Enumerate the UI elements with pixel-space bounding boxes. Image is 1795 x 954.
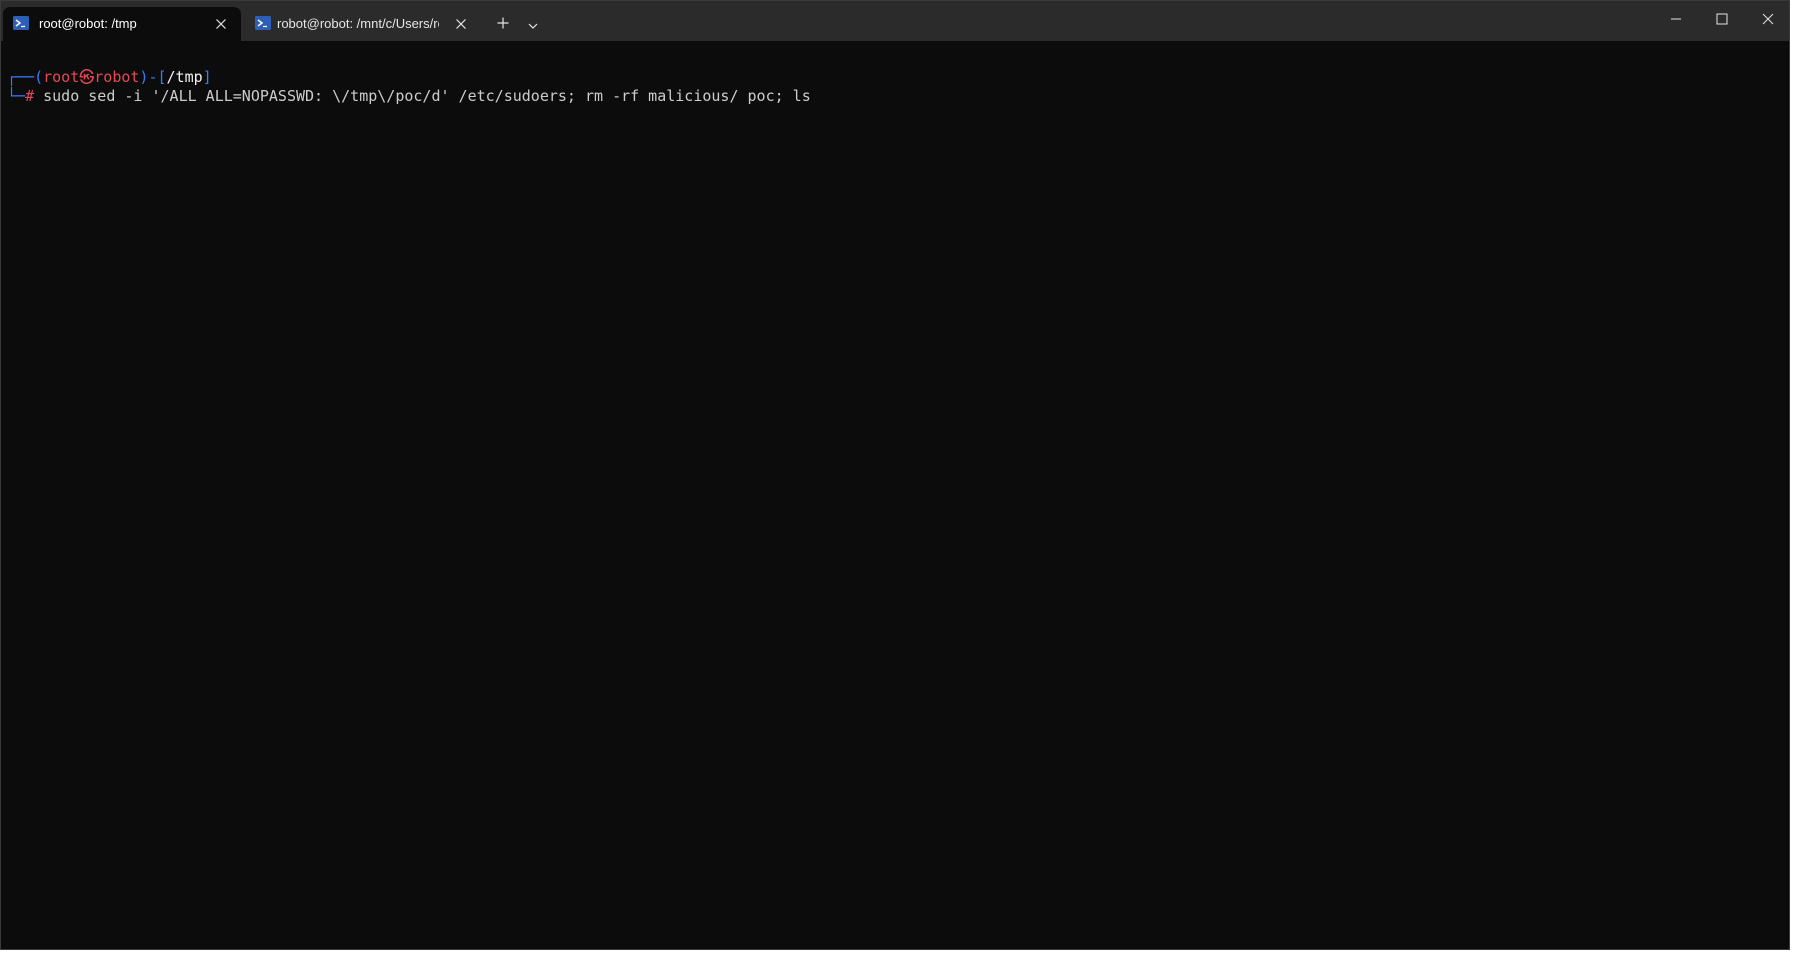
minimize-icon xyxy=(1670,12,1682,30)
tab-close-icon[interactable] xyxy=(211,14,231,34)
tab-close-icon[interactable] xyxy=(451,14,471,34)
terminal-icon xyxy=(13,16,29,30)
terminal-output[interactable]: ┌──(root㉿robot)-[/tmp] └─# sudo sed -i '… xyxy=(1,41,1789,949)
terminal-window: root@robot: /tmp robot@robot: /mnt/c/Use… xyxy=(0,0,1790,950)
prompt-corner-top: ┌── xyxy=(7,68,35,86)
prompt-at-symbol: ㉿ xyxy=(79,68,95,86)
plus-icon xyxy=(497,16,509,34)
prompt-path: /tmp xyxy=(166,68,203,86)
chevron-down-icon xyxy=(528,16,538,34)
title-bar: root@robot: /tmp robot@robot: /mnt/c/Use… xyxy=(1,1,1789,41)
minimize-button[interactable] xyxy=(1653,1,1699,41)
tab-dropdown-button[interactable] xyxy=(521,13,545,37)
prompt-line: ┌──(root㉿robot)-[/tmp] xyxy=(7,68,212,87)
command-line: └─# sudo sed -i '/ALL ALL=NOPASSWD: \/tm… xyxy=(7,87,811,106)
prompt-hash: # xyxy=(25,87,35,105)
prompt-open-paren: ( xyxy=(34,68,44,86)
tab-robot-mnt[interactable]: robot@robot: /mnt/c/Users/ro xyxy=(245,7,475,41)
tab-label: root@robot: /tmp xyxy=(39,16,137,31)
maximize-icon xyxy=(1716,12,1728,30)
desktop-edge xyxy=(0,950,1795,954)
tab-root-tmp[interactable]: root@robot: /tmp xyxy=(3,7,241,41)
new-tab-button[interactable] xyxy=(491,13,515,37)
command-text: sudo sed -i '/ALL ALL=NOPASSWD: \/tmp\/p… xyxy=(43,87,811,105)
prompt-host: robot xyxy=(94,68,140,86)
prompt-open-bracket: [ xyxy=(157,68,167,86)
tab-label: robot@robot: /mnt/c/Users/ro xyxy=(277,16,439,31)
prompt-user: root xyxy=(43,68,80,86)
close-icon xyxy=(1762,12,1774,30)
prompt-close-bracket: ] xyxy=(202,68,212,86)
maximize-button[interactable] xyxy=(1699,1,1745,41)
close-button[interactable] xyxy=(1745,1,1791,41)
terminal-icon xyxy=(255,16,271,30)
prompt-corner-bottom: └─ xyxy=(7,87,26,105)
